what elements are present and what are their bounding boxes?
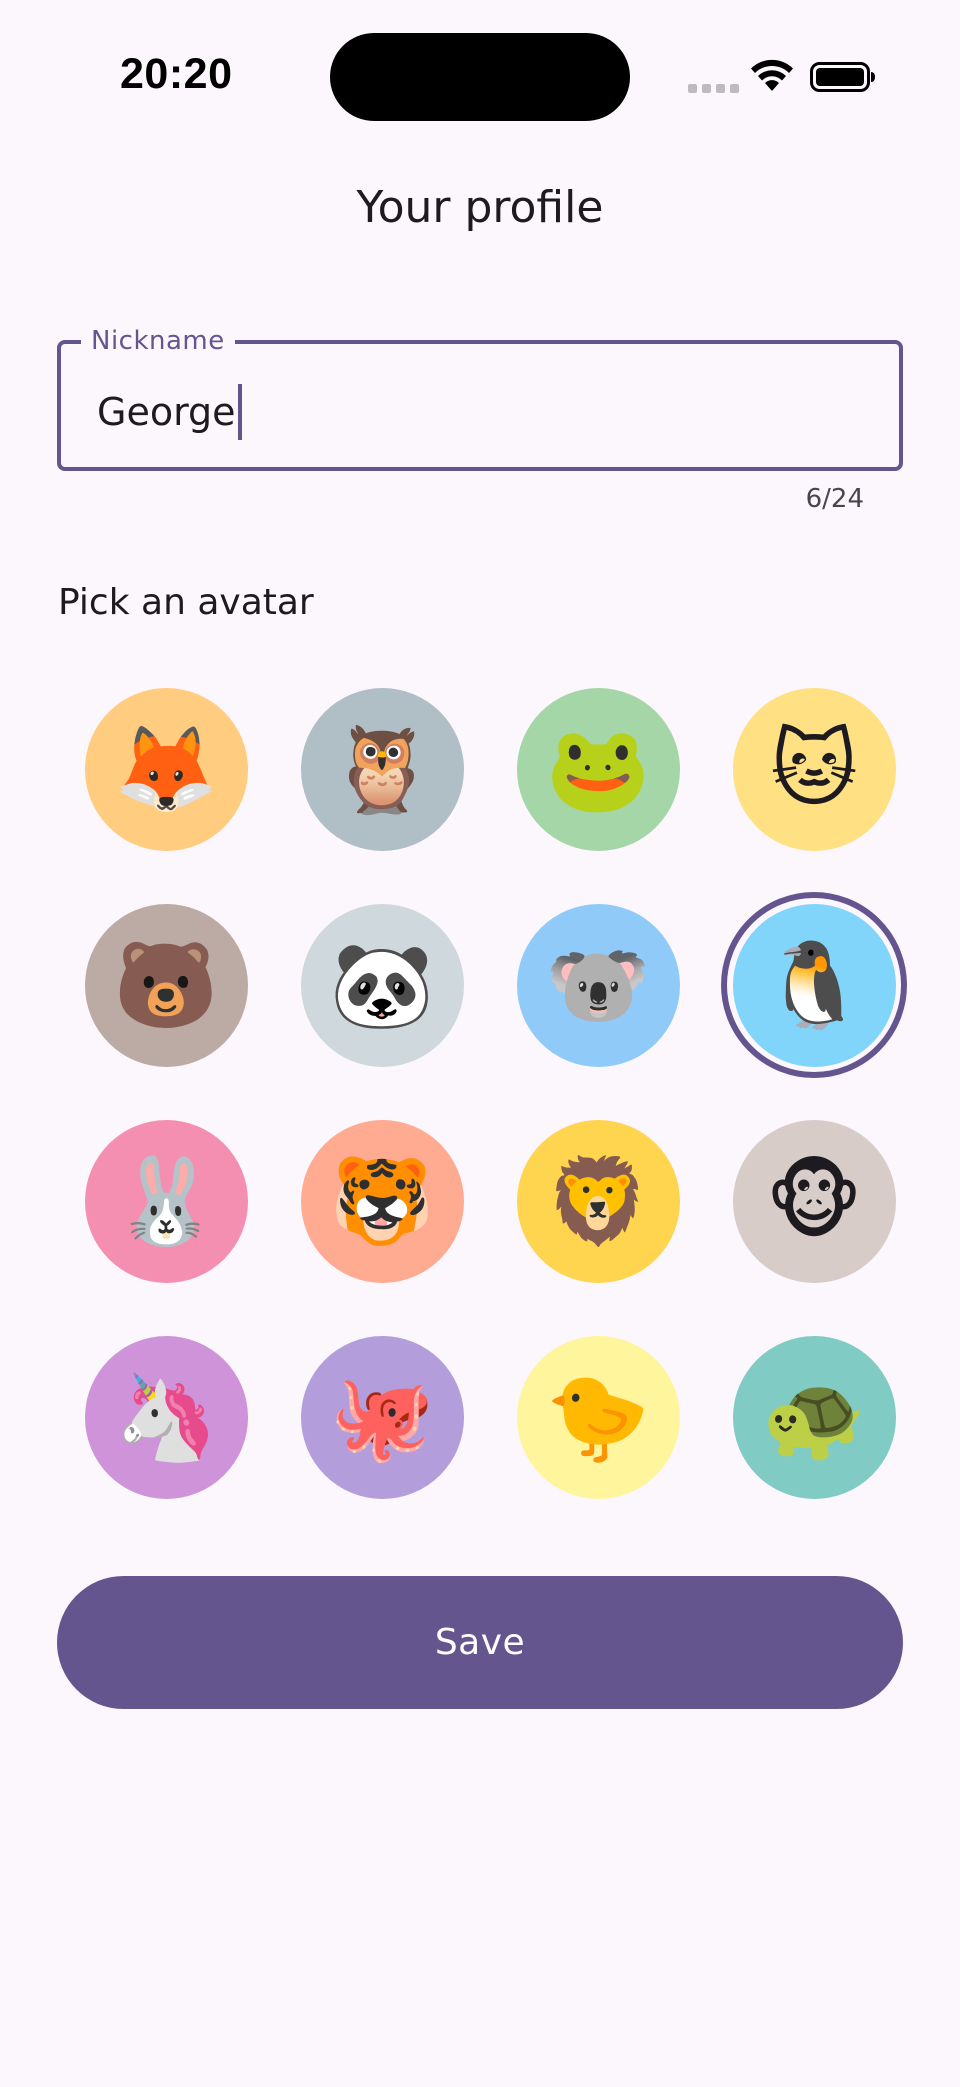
avatar-option-tiger[interactable]: 🐯 xyxy=(274,1093,490,1309)
avatar-option-penguin[interactable]: 🐧 xyxy=(706,877,922,1093)
octopus-icon: 🐙 xyxy=(300,1335,464,1499)
owl-icon: 🦉 xyxy=(300,687,464,851)
cat-icon: 🐱 xyxy=(732,687,896,851)
panda-icon: 🐼 xyxy=(300,903,464,1067)
avatar-option-turtle[interactable]: 🐢 xyxy=(706,1309,922,1525)
avatar-option-panda[interactable]: 🐼 xyxy=(274,877,490,1093)
avatar-option-owl[interactable]: 🦉 xyxy=(274,661,490,877)
avatar-option-lion[interactable]: 🦁 xyxy=(490,1093,706,1309)
avatar-option-unicorn[interactable]: 🦄 xyxy=(58,1309,274,1525)
avatar-option-frog[interactable]: 🐸 xyxy=(490,661,706,877)
avatar-option-fox[interactable]: 🦊 xyxy=(58,661,274,877)
avatar-option-rabbit[interactable]: 🐰 xyxy=(58,1093,274,1309)
page-title: Your profile xyxy=(356,182,604,233)
text-caret xyxy=(237,384,242,440)
dynamic-island xyxy=(330,33,630,121)
nickname-label: Nickname xyxy=(81,324,235,358)
avatar-option-chick[interactable]: 🐤 xyxy=(490,1309,706,1525)
avatar-option-monkey[interactable]: 🐵 xyxy=(706,1093,922,1309)
wifi-icon xyxy=(751,59,793,91)
status-bar: 20:20 xyxy=(0,0,960,150)
lion-icon: 🦁 xyxy=(516,1119,680,1283)
avatar-grid: 🦊 🦉 🐸 🐱 🐻 🐼 🐨 🐧 🐰 🐯 🦁 🐵 🦄 🐙 🐤 🐢 xyxy=(58,661,907,1525)
bear-icon: 🐻 xyxy=(84,903,248,1067)
fox-icon: 🦊 xyxy=(84,687,248,851)
avatar-option-bear[interactable]: 🐻 xyxy=(58,877,274,1093)
avatar-option-koala[interactable]: 🐨 xyxy=(490,877,706,1093)
avatar-option-cat[interactable]: 🐱 xyxy=(706,661,922,877)
nickname-value: George xyxy=(97,390,236,434)
battery-icon xyxy=(810,62,875,92)
status-time: 20:20 xyxy=(120,50,233,98)
character-counter: 6/24 xyxy=(805,484,864,514)
frog-icon: 🐸 xyxy=(516,687,680,851)
chick-icon: 🐤 xyxy=(516,1335,680,1499)
monkey-icon: 🐵 xyxy=(732,1119,896,1283)
tiger-icon: 🐯 xyxy=(300,1119,464,1283)
rabbit-icon: 🐰 xyxy=(84,1119,248,1283)
save-button[interactable]: Save xyxy=(57,1576,903,1709)
koala-icon: 🐨 xyxy=(516,903,680,1067)
avatar-section-label: Pick an avatar xyxy=(58,582,314,623)
unicorn-icon: 🦄 xyxy=(84,1335,248,1499)
nickname-input[interactable]: George xyxy=(97,384,242,440)
signal-dots-icon xyxy=(688,84,739,93)
nickname-field[interactable]: Nickname George xyxy=(57,324,903,471)
avatar-option-octopus[interactable]: 🐙 xyxy=(274,1309,490,1525)
penguin-icon: 🐧 xyxy=(732,903,896,1067)
turtle-icon: 🐢 xyxy=(732,1335,896,1499)
